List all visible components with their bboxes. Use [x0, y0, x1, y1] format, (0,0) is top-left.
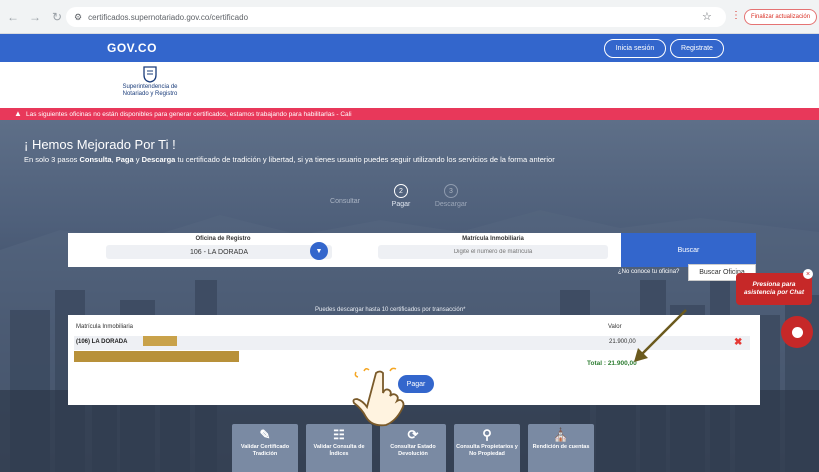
menu-icon[interactable]: ⋮ — [731, 10, 741, 21]
service-label: Consulta Propietarios y No Propiedad — [456, 444, 518, 457]
back-icon[interactable]: ← — [4, 8, 22, 26]
matricula-label: Matrícula Inmobiliaria — [462, 236, 524, 242]
hero-sub-consulta: Consulta — [79, 155, 112, 164]
service-card-propietarios[interactable]: ⚲ Consulta Propietarios y No Propiedad — [454, 424, 520, 472]
service-label: Consultar Estado Devolución — [390, 444, 436, 457]
service-card-validar-certificado[interactable]: ✎ Validar Certificado Tradición — [232, 424, 298, 472]
bookmark-star-icon[interactable]: ☆ — [702, 10, 712, 23]
unknown-office-text: ¿No conoce tu oficina? — [618, 269, 680, 275]
office-select[interactable]: 106 - LA DORADA — [106, 245, 332, 259]
step-pagar-circle: 2 — [394, 184, 408, 198]
entity-name-line2: Notariado y Registro — [122, 91, 178, 97]
site-settings-icon[interactable]: ⚙ — [74, 12, 82, 23]
update-button[interactable]: Finalizar actualización — [744, 9, 818, 25]
entity-header: Superintendencia de Notariado y Registro — [0, 62, 819, 108]
matricula-input[interactable] — [378, 245, 608, 259]
hero-sub-pre: En solo 3 pasos — [24, 155, 80, 164]
register-button[interactable]: Registrate — [670, 39, 724, 58]
services-row: ✎ Validar Certificado Tradición ☷ Valida… — [232, 424, 602, 472]
index-icon: ☷ — [333, 427, 345, 442]
service-label: Rendición de cuentas — [532, 444, 590, 450]
hero-title: ¡ Hemos Mejorado Por Ti ! — [24, 137, 176, 152]
alert-bar: ▲ Las siguientes oficinas no están dispo… — [0, 108, 819, 120]
entity-name-line1: Superintendencia de — [122, 84, 178, 90]
service-label: Validar Consulta de Índices — [313, 444, 365, 457]
step-pagar: 2 Pagar — [376, 184, 426, 208]
entity-name[interactable]: Superintendencia de Notariado y Registro — [110, 84, 190, 98]
col-valor-header: Valor — [608, 324, 622, 330]
refund-icon: ⟳ — [407, 427, 419, 442]
step-consultar: Consultar — [320, 198, 370, 205]
hero-sub-post: tu certificado de tradición y libertad, … — [175, 155, 555, 164]
step-pagar-label: Pagar — [391, 201, 411, 208]
chat-prompt[interactable]: Presiona para asistencia por Chat — [736, 273, 812, 305]
pointer-hand-icon — [352, 367, 405, 427]
chat-prompt-line1: Presiona para — [752, 281, 796, 288]
service-card-estado-devolucion[interactable]: ⟳ Consultar Estado Devolución — [380, 424, 446, 472]
col-matricula-header: Matrícula Inmobiliaria — [76, 324, 134, 330]
login-button[interactable]: Inicia sesión — [604, 39, 666, 58]
annotation-arrow-icon — [634, 309, 687, 362]
chat-prompt-line2: asistencia por Chat — [744, 289, 804, 296]
remove-icon[interactable]: ✖ — [734, 337, 742, 348]
step-descargar-circle: 3 — [444, 184, 458, 198]
step-descargar-label: Descargar — [434, 201, 468, 208]
forward-icon[interactable]: → — [26, 8, 44, 26]
gov-bar: GOV.CO Inicia sesión Registrate — [0, 34, 819, 62]
building-icon: ⛪ — [552, 427, 570, 442]
office-label: Oficina de Registro — [195, 236, 251, 242]
close-icon[interactable]: × — [803, 269, 813, 279]
row-matricula: (106) LA DORADA — [76, 339, 128, 345]
hero-subtitle: En solo 3 pasos Consulta, Paga y Descarg… — [24, 155, 555, 164]
service-label: Validar Certificado Tradición — [240, 444, 290, 457]
chat-button[interactable] — [781, 316, 813, 348]
steps-indicator: Consultar 2 Pagar 3 Descargar — [320, 184, 480, 224]
service-card-validar-indices[interactable]: ☷ Validar Consulta de Índices — [306, 424, 372, 472]
reload-icon[interactable]: ↻ — [48, 8, 66, 26]
hero-sub-descarga: Descarga — [141, 155, 176, 164]
certificate-icon: ✎ — [259, 427, 271, 442]
gov-logo[interactable]: GOV.CO — [107, 41, 157, 55]
hero-sub-sep2: y — [133, 155, 142, 164]
bell-icon: ▲ — [14, 109, 22, 118]
chevron-down-icon[interactable]: ▼ — [310, 242, 328, 260]
chat-icon — [791, 326, 803, 338]
step-descargar: 3 Descargar — [426, 184, 476, 208]
hero-sub-paga: Paga — [115, 155, 134, 164]
redaction-block — [143, 336, 177, 346]
step-consultar-label: Consultar — [330, 198, 360, 205]
url-text: certificados.supernotariado.gov.co/certi… — [88, 12, 249, 22]
address-bar[interactable]: ⚙ certificados.supernotariado.gov.co/cer… — [66, 7, 726, 27]
service-card-rendicion[interactable]: ⛪ Rendición de cuentas — [528, 424, 594, 472]
redaction-block — [74, 351, 239, 362]
alert-text: Las siguientes oficinas no están disponi… — [26, 110, 352, 118]
search-panel: Oficina de Registro 106 - LA DORADA ▼ Ma… — [68, 233, 621, 267]
limit-note: Puedes descargar hasta 10 certificados p… — [315, 307, 466, 313]
search-icon: ⚲ — [482, 427, 492, 442]
buscar-button[interactable]: Buscar — [621, 233, 756, 267]
hero-section: ¡ Hemos Mejorado Por Ti ! En solo 3 paso… — [0, 120, 819, 472]
coat-of-arms-icon — [143, 66, 157, 83]
